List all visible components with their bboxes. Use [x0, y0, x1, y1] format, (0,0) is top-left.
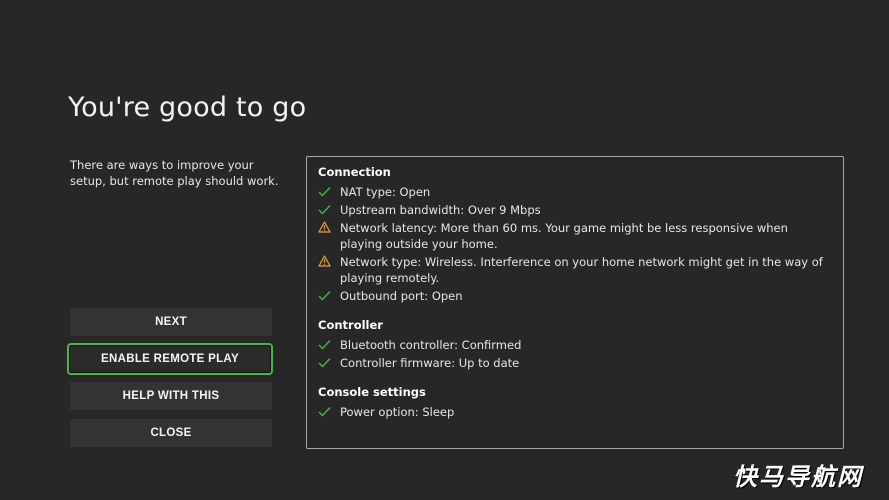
section-title: Console settings	[318, 385, 426, 399]
status-text: Outbound port: Open	[340, 289, 463, 303]
enable-remote-play-button[interactable]: ENABLE REMOTE PLAY	[67, 343, 273, 375]
check-icon	[318, 404, 340, 418]
status-text: Controller firmware: Up to date	[340, 356, 520, 370]
controller-section: Controller Bluetooth controller: Confirm…	[318, 318, 832, 371]
warning-icon	[318, 254, 340, 268]
intro-text: There are ways to improve your setup, bu…	[70, 158, 279, 188]
check-icon	[318, 184, 340, 198]
status-text: Upstream bandwidth: Over 9 Mbps	[340, 203, 541, 217]
section-title: Controller	[318, 318, 383, 332]
button-stack: NEXT ENABLE REMOTE PLAY HELP WITH THIS C…	[67, 308, 273, 456]
status-item: Controller firmware: Up to date	[318, 355, 832, 371]
status-item: Network latency: More than 60 ms. Your g…	[318, 220, 832, 252]
status-item: Upstream bandwidth: Over 9 Mbps	[318, 202, 832, 218]
check-icon	[318, 355, 340, 369]
page-title: You're good to go	[68, 92, 307, 123]
status-item: Power option: Sleep	[318, 404, 832, 420]
warning-icon	[318, 220, 340, 234]
next-button[interactable]: NEXT	[70, 308, 272, 336]
diagnostics-panel: Connection NAT type: Open Upstream bandw…	[306, 156, 844, 449]
status-text: NAT type: Open	[340, 185, 431, 199]
check-icon	[318, 337, 340, 351]
status-item: Bluetooth controller: Confirmed	[318, 337, 832, 353]
status-item: Network type: Wireless. Interference on …	[318, 254, 832, 286]
console-settings-section: Console settings Power option: Sleep	[318, 385, 832, 420]
status-item: Outbound port: Open	[318, 288, 832, 304]
close-button[interactable]: CLOSE	[70, 419, 272, 447]
help-with-this-button[interactable]: HELP WITH THIS	[70, 382, 272, 410]
status-text: Bluetooth controller: Confirmed	[340, 338, 522, 352]
status-text: Network type: Wireless. Interference on …	[340, 255, 823, 285]
section-title: Connection	[318, 165, 391, 179]
status-item: NAT type: Open	[318, 184, 832, 200]
check-icon	[318, 288, 340, 302]
connection-section: Connection NAT type: Open Upstream bandw…	[318, 165, 832, 304]
status-text: Network latency: More than 60 ms. Your g…	[340, 221, 788, 251]
check-icon	[318, 202, 340, 216]
watermark-logo: 快马导航网	[733, 463, 863, 491]
status-text: Power option: Sleep	[340, 405, 455, 419]
